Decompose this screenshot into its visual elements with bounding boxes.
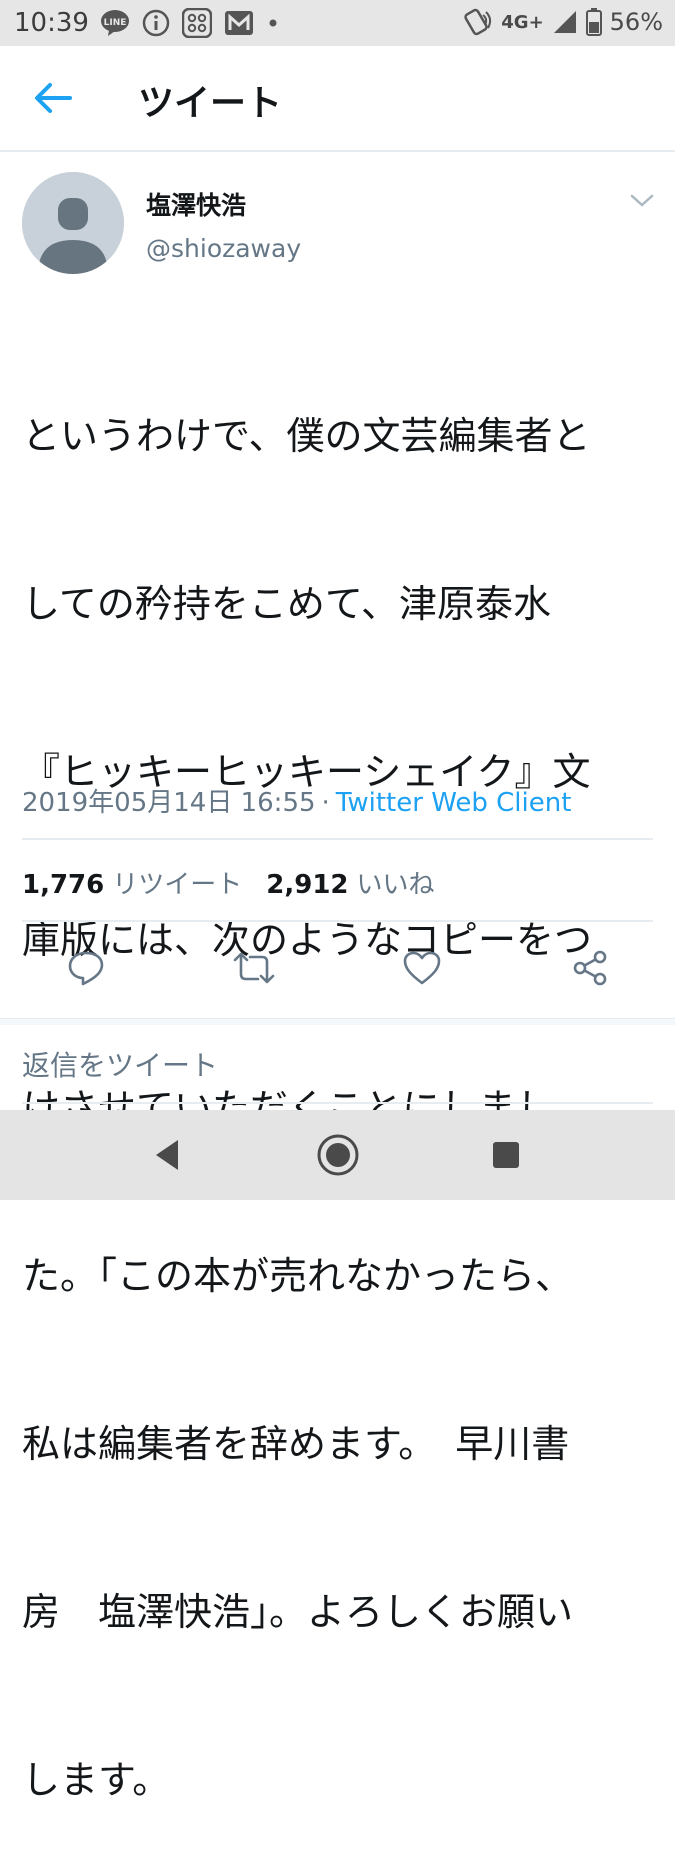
divider	[22, 920, 653, 922]
tweet-line: た。「この本が売れなかったら、	[22, 1254, 574, 1298]
status-time: 10:39	[14, 8, 89, 38]
tweet-line: というわけで、僕の文芸編集者と	[22, 414, 591, 458]
reply-icon	[68, 951, 104, 986]
meta-separator: ·	[321, 788, 330, 818]
default-avatar-icon	[22, 172, 124, 274]
retweet-stat[interactable]: 1,776 リツイート	[22, 870, 242, 900]
tweet-menu-button[interactable]	[628, 190, 656, 212]
tweet-stats: 1,776 リツイート 2,912 いいね	[22, 864, 435, 901]
tweet-line: 房 塩澤快浩」。よろしくお願い	[22, 1590, 574, 1634]
circle-home-icon	[317, 1134, 359, 1176]
tweet-client-link[interactable]: Twitter Web Client	[336, 788, 572, 818]
avatar[interactable]	[22, 172, 124, 274]
divider	[22, 1102, 653, 1104]
nfc-icon	[463, 7, 493, 37]
apps-grid-icon	[182, 8, 212, 38]
share-icon	[573, 950, 607, 986]
status-right: 4G+ 56%	[463, 7, 663, 37]
user-handle[interactable]: @shiozaway	[146, 234, 301, 263]
tweet-line: 私は編集者を辞めます。 早川書	[22, 1422, 570, 1466]
triangle-back-icon	[156, 1140, 178, 1170]
reply-input[interactable]: 返信をツイート	[22, 1044, 653, 1094]
like-stat[interactable]: 2,912 いいね	[266, 870, 434, 900]
app-bar: ツイート	[0, 46, 675, 152]
status-bar: 10:39 LINE 4G+ 56%	[0, 0, 675, 46]
network-type: 4G+	[501, 11, 544, 33]
section-separator	[0, 1018, 675, 1025]
tweet-timestamp: 2019年05月14日 16:55	[22, 788, 316, 818]
divider	[22, 838, 653, 840]
page-title: ツイート	[138, 83, 283, 124]
like-count: 2,912	[266, 870, 349, 900]
notification-icons: LINE	[100, 8, 280, 38]
retweet-icon	[233, 952, 275, 984]
battery-percent: 56%	[609, 8, 663, 36]
retweet-label: リツイート	[112, 870, 243, 900]
line-icon: LINE	[100, 9, 130, 37]
retweet-button[interactable]	[230, 944, 278, 992]
display-name[interactable]: 塩澤快浩	[146, 186, 246, 222]
signal-icon	[552, 9, 578, 35]
info-icon	[142, 9, 170, 37]
mail-m-icon	[224, 9, 254, 37]
retweet-count: 1,776	[22, 870, 105, 900]
nav-home-button[interactable]	[293, 1110, 383, 1200]
tweet-meta: 2019年05月14日 16:55 · Twitter Web Client	[22, 782, 571, 819]
like-icon	[403, 951, 441, 985]
battery-icon	[585, 8, 602, 36]
nav-back-button[interactable]	[122, 1110, 212, 1200]
nav-recents-button[interactable]	[461, 1110, 551, 1200]
tweet-line: します。	[22, 1758, 171, 1802]
system-nav-bar	[0, 1110, 675, 1200]
back-button[interactable]	[30, 78, 74, 118]
dot-icon	[266, 16, 280, 30]
like-label: いいね	[356, 870, 435, 900]
like-button[interactable]	[398, 944, 446, 992]
tweet-line: しての矜持をこめて、津原泰水	[22, 582, 551, 626]
reply-button[interactable]	[62, 944, 110, 992]
tweet-actions	[0, 944, 675, 996]
svg-text:LINE: LINE	[104, 18, 127, 28]
arrow-left-icon	[35, 83, 72, 113]
chevron-down-icon	[630, 194, 654, 207]
share-button[interactable]	[566, 944, 614, 992]
square-recents-icon	[493, 1142, 519, 1168]
